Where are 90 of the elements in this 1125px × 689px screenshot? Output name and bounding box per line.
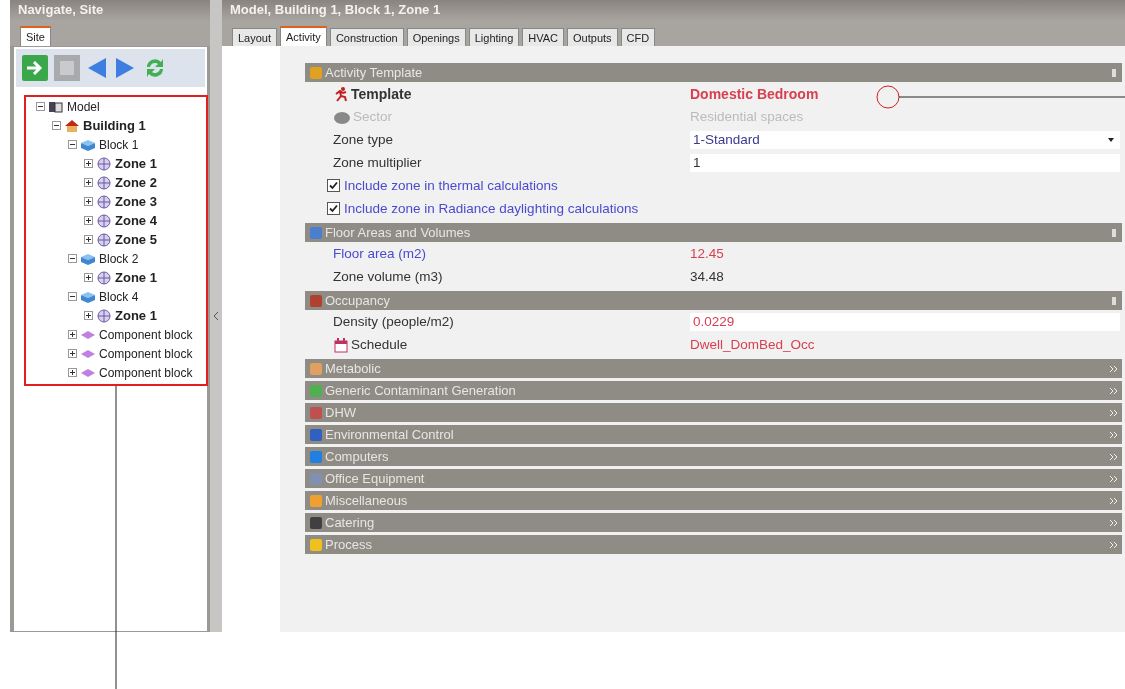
expand-icon[interactable] <box>84 216 93 225</box>
section-icon <box>309 293 323 308</box>
building-icon <box>64 118 80 133</box>
calendar-icon <box>333 336 349 353</box>
checkbox[interactable]: Include zone in Radiance daylighting calculations <box>305 201 639 216</box>
tree-item[interactable]: Component block <box>99 365 193 380</box>
zone-icon <box>96 308 112 323</box>
tab[interactable]: Openings <box>406 28 466 46</box>
block-icon <box>80 289 96 304</box>
expand-icon[interactable] <box>84 235 93 244</box>
section-icon <box>309 493 323 508</box>
expand-icon[interactable] <box>84 197 93 206</box>
tab[interactable]: HVAC <box>522 28 565 46</box>
tree-item[interactable]: Zone 3 <box>115 194 157 209</box>
collapse-icon[interactable] <box>68 140 77 149</box>
panel-title: Navigate, Site <box>10 0 210 22</box>
section-icon <box>309 537 323 552</box>
field-label: Zone multiplier <box>332 155 423 170</box>
tree-item[interactable]: Zone 2 <box>115 175 157 190</box>
section-icon <box>309 65 323 80</box>
checkbox[interactable]: Include zone in thermal calculations <box>305 178 558 193</box>
tab[interactable]: Lighting <box>468 28 520 46</box>
forward-icon[interactable] <box>114 55 136 81</box>
tab[interactable]: Layout <box>232 28 278 46</box>
tree-item[interactable]: Zone 5 <box>115 232 157 247</box>
input-field[interactable]: 0.0229 <box>690 312 1120 331</box>
section-icon <box>309 515 323 530</box>
zone-icon <box>96 232 112 247</box>
tab[interactable]: CFD <box>620 28 656 46</box>
tree-item[interactable]: Block 2 <box>99 251 139 266</box>
collapse-icon[interactable] <box>36 102 45 111</box>
field-value: 12.45 <box>690 246 724 261</box>
field-label: Schedule <box>305 336 690 353</box>
collapse-icon[interactable] <box>68 254 77 263</box>
zone-icon <box>96 156 112 171</box>
tree-item[interactable]: Zone 4 <box>115 213 157 228</box>
tab[interactable]: Construction <box>329 28 404 46</box>
dropdown-caret-icon[interactable] <box>1108 137 1114 142</box>
section-icon <box>309 471 323 486</box>
input-field[interactable]: 1 <box>690 153 1120 172</box>
tree-item[interactable]: Block 1 <box>99 137 139 152</box>
check-icon <box>328 203 339 214</box>
tree-item[interactable]: Block 4 <box>99 289 139 304</box>
tree-item[interactable]: Zone 1 <box>115 156 157 171</box>
section-icon <box>309 225 323 240</box>
field-value: Dwell_DomBed_Occ <box>690 337 815 352</box>
zone-icon <box>96 213 112 228</box>
zone-icon <box>96 175 112 190</box>
collapse-panel-icon[interactable] <box>213 311 219 321</box>
field-value: 34.48 <box>690 269 724 284</box>
section-icon <box>309 405 323 420</box>
expand-icon[interactable] <box>84 273 93 282</box>
zone-icon <box>96 194 112 209</box>
section-icon <box>309 427 323 442</box>
section-icon <box>309 449 323 464</box>
block-icon <box>80 251 96 266</box>
field-value: Domestic Bedroom <box>690 85 819 102</box>
expand-icon[interactable] <box>68 349 77 358</box>
arrow-right-icon[interactable] <box>22 55 48 81</box>
tab[interactable]: Site <box>20 26 51 46</box>
runner-icon <box>333 85 349 102</box>
tab[interactable]: Outputs <box>567 28 618 46</box>
field-label: Floor area (m2) <box>332 246 428 261</box>
block-icon <box>80 137 96 152</box>
back-icon[interactable] <box>86 55 108 81</box>
expand-icon[interactable] <box>68 368 77 377</box>
field-label: Density (people/m2) <box>332 314 455 329</box>
tab[interactable]: Activity <box>280 26 327 46</box>
tree-item[interactable]: Zone 1 <box>115 270 157 285</box>
model-icon <box>48 99 64 114</box>
expand-icon[interactable] <box>84 178 93 187</box>
field-label: Template <box>305 85 690 102</box>
tree-item[interactable]: Model <box>67 99 100 114</box>
editor-title: Model, Building 1, Block 1, Zone 1 <box>222 0 1125 22</box>
expand-icon[interactable] <box>68 330 77 339</box>
field-label: Zone type <box>332 132 395 147</box>
tree-item[interactable]: Component block <box>99 327 193 342</box>
section-icon <box>309 383 323 398</box>
expand-icon[interactable] <box>84 159 93 168</box>
check-icon <box>328 180 339 191</box>
collapse-icon[interactable] <box>68 292 77 301</box>
section-icon <box>309 361 323 376</box>
expand-icon[interactable] <box>84 311 93 320</box>
tree-item[interactable]: Building 1 <box>83 118 146 133</box>
zone-icon <box>96 270 112 285</box>
collapse-icon[interactable] <box>52 121 61 130</box>
tree-item[interactable]: Component block <box>99 346 193 361</box>
zone-type-dropdown[interactable]: 1-Standard <box>690 130 1120 149</box>
field-label: Zone volume (m3) <box>332 269 444 284</box>
tree-item[interactable]: Zone 1 <box>115 308 157 323</box>
